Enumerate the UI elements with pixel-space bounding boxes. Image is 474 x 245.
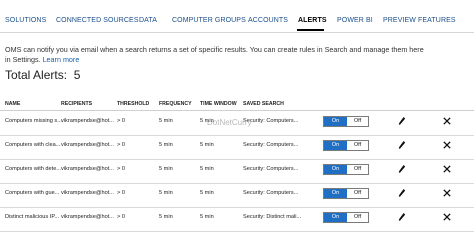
alert-enabled-toggle[interactable]: On Off <box>323 116 369 127</box>
toggle-on-option[interactable]: On <box>324 141 347 150</box>
alert-enabled-toggle[interactable]: On Off <box>323 164 369 175</box>
close-icon[interactable] <box>443 213 451 221</box>
toggle-on-option[interactable]: On <box>324 117 347 126</box>
alert-saved-search: Security: Computers... <box>243 166 299 172</box>
total-alerts: Total Alerts: 5 <box>5 68 80 82</box>
alert-threshold: > 0 <box>117 142 125 148</box>
alert-enabled-toggle[interactable]: On Off <box>323 140 369 151</box>
alert-name[interactable]: Computers with clea... <box>5 142 60 148</box>
alert-saved-search: Security: Computers... <box>243 190 299 196</box>
toggle-off-option[interactable]: Off <box>347 117 368 126</box>
alert-time-window: 5 min <box>200 142 214 148</box>
tab-power-bi[interactable]: POWER BI <box>337 17 373 24</box>
alert-saved-search: Security: Distinct mali... <box>243 214 302 220</box>
alert-name[interactable]: Computers with gue... <box>5 190 59 196</box>
tab-data[interactable]: DATA <box>139 17 157 24</box>
close-icon[interactable] <box>443 141 451 149</box>
alert-threshold: > 0 <box>117 214 125 220</box>
alert-name[interactable]: Distinct malicious IP... <box>5 214 59 220</box>
column-header-time-window: TIME WINDOW <box>200 101 237 107</box>
alert-row: Computers with gue... vikrampendse@hot..… <box>0 183 474 208</box>
alert-frequency: 5 min <box>159 118 173 124</box>
toggle-off-option[interactable]: Off <box>347 141 368 150</box>
alert-enabled-toggle[interactable]: On Off <box>323 188 369 199</box>
alert-enabled-toggle[interactable]: On Off <box>323 212 369 223</box>
active-tab-indicator <box>297 29 324 31</box>
toggle-off-option[interactable]: Off <box>347 213 368 222</box>
alert-recipients: vikrampendse@hot... <box>61 118 114 124</box>
pencil-icon[interactable] <box>398 164 406 174</box>
alert-frequency: 5 min <box>159 214 173 220</box>
alert-row: Distinct malicious IP... vikrampendse@ho… <box>0 207 474 232</box>
close-icon[interactable] <box>443 189 451 197</box>
alert-recipients: vikrampendse@hot... <box>61 142 114 148</box>
toggle-off-option[interactable]: Off <box>347 189 368 198</box>
alert-row: Computers with dete... vikrampendse@hot.… <box>0 159 474 184</box>
learn-more-link[interactable]: Learn more <box>43 55 80 64</box>
alert-threshold: > 0 <box>117 118 125 124</box>
alert-time-window: 5 min <box>200 190 214 196</box>
alert-name[interactable]: Computers with dete... <box>5 166 61 172</box>
alert-frequency: 5 min <box>159 190 173 196</box>
alert-threshold: > 0 <box>117 190 125 196</box>
column-header-threshold: THRESHOLD <box>117 101 150 107</box>
alert-saved-search: Security: Computers... <box>243 142 299 148</box>
settings-tab-bar: SOLUTIONS CONNECTED SOURCES DATA COMPUTE… <box>0 0 474 33</box>
alert-recipients: vikrampendse@hot... <box>61 214 114 220</box>
alert-recipients: vikrampendse@hot... <box>61 190 114 196</box>
alert-time-window: 5 min <box>200 214 214 220</box>
pencil-icon[interactable] <box>398 140 406 150</box>
column-header-recipients: RECIPIENTS <box>61 101 93 107</box>
tab-preview-features[interactable]: PREVIEW FEATURES <box>383 17 456 24</box>
alert-row: Computers with clea... vikrampendse@hot.… <box>0 135 474 160</box>
toggle-on-option[interactable]: On <box>324 213 347 222</box>
alert-recipients: vikrampendse@hot... <box>61 166 114 172</box>
pencil-icon[interactable] <box>398 116 406 126</box>
alert-frequency: 5 min <box>159 142 173 148</box>
toggle-on-option[interactable]: On <box>324 189 347 198</box>
close-icon[interactable] <box>443 117 451 125</box>
total-alerts-label: Total Alerts: <box>5 68 68 82</box>
tab-connected-sources[interactable]: CONNECTED SOURCES <box>56 17 139 24</box>
total-alerts-count: 5 <box>73 68 81 82</box>
watermark: DotNetCurry <box>207 118 252 127</box>
column-header-saved-search: SAVED SEARCH <box>243 101 284 107</box>
pencil-icon[interactable] <box>398 188 406 198</box>
tab-alerts[interactable]: ALERTS <box>298 17 327 24</box>
alert-name[interactable]: Computers missing s... <box>5 118 62 124</box>
close-icon[interactable] <box>443 165 451 173</box>
alert-frequency: 5 min <box>159 166 173 172</box>
alerts-intro: OMS can notify you via email when a sear… <box>5 45 425 64</box>
column-header-name: NAME <box>5 101 21 107</box>
column-header-frequency: FREQUENCY <box>159 101 192 107</box>
tab-accounts[interactable]: ACCOUNTS <box>248 17 288 24</box>
pencil-icon[interactable] <box>398 212 406 222</box>
toggle-on-option[interactable]: On <box>324 165 347 174</box>
alert-threshold: > 0 <box>117 166 125 172</box>
toggle-off-option[interactable]: Off <box>347 165 368 174</box>
tab-computer-groups[interactable]: COMPUTER GROUPS <box>172 17 246 24</box>
tab-solutions[interactable]: SOLUTIONS <box>5 17 46 24</box>
alert-time-window: 5 min <box>200 166 214 172</box>
